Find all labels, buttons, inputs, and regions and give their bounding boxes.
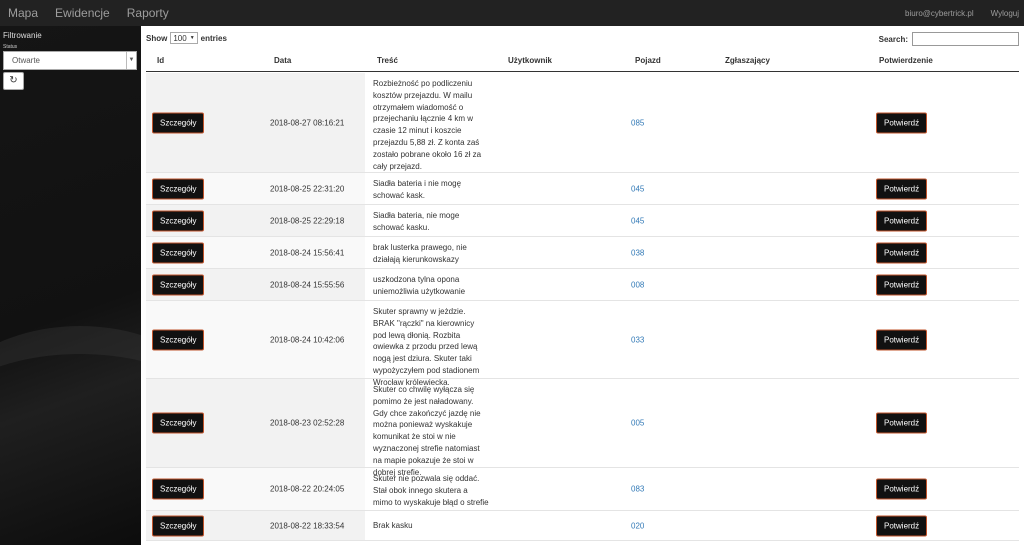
top-navbar: Mapa Ewidencje Raporty biuro@cybertrick.… xyxy=(0,0,1024,26)
refresh-button[interactable]: ↻ xyxy=(3,72,24,90)
row-date: 2018-08-23 02:52:28 xyxy=(270,418,345,428)
details-button[interactable]: Szczegóły xyxy=(152,412,205,434)
table-search: Search: xyxy=(879,32,1019,46)
table-row: Szczegóły 2018-08-25 22:31:20 Siadła bat… xyxy=(146,173,1019,205)
table-header: Id Data Treść Użytkownik Pojazd Zgłaszaj… xyxy=(146,51,1019,72)
filter-title: Filtrowanie xyxy=(3,31,42,40)
entries-label: entries xyxy=(200,33,227,43)
confirm-button[interactable]: Potwierdź xyxy=(876,274,928,295)
vehicle-link[interactable]: 038 xyxy=(631,248,644,257)
details-button[interactable]: Szczegóły xyxy=(152,274,205,295)
row-text: uszkodzona tylna opona uniemożliwia użyt… xyxy=(373,275,466,296)
details-button[interactable]: Szczegóły xyxy=(152,242,205,263)
vehicle-link[interactable]: 005 xyxy=(631,419,644,428)
vehicle-link[interactable]: 045 xyxy=(631,184,644,193)
vehicle-link[interactable]: 033 xyxy=(631,335,644,344)
details-button[interactable]: Szczegóły xyxy=(152,210,205,231)
row-text: Skuter nie pozwala się oddać. Stał obok … xyxy=(373,474,489,507)
column-header-tresc[interactable]: Treść xyxy=(377,56,398,65)
chevron-down-icon: ▼ xyxy=(189,35,195,41)
status-select[interactable]: Otwarte ▼ xyxy=(3,51,137,70)
table-row: Szczegóły 2018-08-24 15:56:41 brak luste… xyxy=(146,237,1019,269)
row-date: 2018-08-22 20:24:05 xyxy=(270,484,345,494)
column-header-zglaszajacy[interactable]: Zgłaszający xyxy=(725,56,770,65)
nav-ewidencje[interactable]: Ewidencje xyxy=(55,6,110,20)
row-text: Siadła bateria, nie moge schować kasku. xyxy=(373,211,460,232)
details-button[interactable]: Szczegóły xyxy=(152,478,205,500)
confirm-button[interactable]: Potwierdź xyxy=(876,210,928,231)
row-date: 2018-08-24 15:56:41 xyxy=(270,248,345,257)
search-label: Search: xyxy=(878,34,908,44)
column-header-potwierdzenie[interactable]: Potwierdzenie xyxy=(879,56,933,65)
status-select-value: Otwarte xyxy=(12,56,41,65)
vehicle-link[interactable]: 020 xyxy=(631,521,644,530)
vehicle-link[interactable]: 045 xyxy=(631,216,644,225)
column-header-id[interactable]: Id xyxy=(157,56,164,65)
row-text: Siadła bateria i nie mogę schować kask. xyxy=(373,179,462,200)
confirm-button[interactable]: Potwierdź xyxy=(876,329,928,350)
show-label: Show xyxy=(146,33,168,43)
user-email[interactable]: biuro@cybertrick.pl xyxy=(905,9,974,18)
main-content: Show 100 ▼ entries Search: Id Data Treść… xyxy=(141,26,1024,545)
page-length-control: Show 100 ▼ entries xyxy=(146,32,227,44)
confirm-button[interactable]: Potwierdź xyxy=(876,478,928,500)
refresh-icon: ↻ xyxy=(9,75,18,86)
table-row: Szczegóły 2018-08-27 08:16:21 Rozbieżnoś… xyxy=(146,73,1019,173)
row-date: 2018-08-25 22:29:18 xyxy=(270,216,345,225)
confirm-button[interactable]: Potwierdź xyxy=(876,112,928,133)
table-row: Szczegóły 2018-08-22 18:33:54 Brak kasku… xyxy=(146,511,1019,541)
table-row: Szczegóły 2018-08-23 02:52:28 Skuter co … xyxy=(146,379,1019,477)
chevron-down-icon: ▼ xyxy=(126,52,136,69)
confirm-button[interactable]: Potwierdź xyxy=(876,412,928,434)
row-date: 2018-08-24 10:42:06 xyxy=(270,335,345,344)
sidebar-decoration xyxy=(0,326,141,545)
row-text: Rozbieżność po podliczeniu kosztów przej… xyxy=(373,79,482,171)
column-header-uzytkownik[interactable]: Użytkownik xyxy=(508,56,552,65)
column-header-data[interactable]: Data xyxy=(274,56,291,65)
page-length-select[interactable]: 100 ▼ xyxy=(170,32,198,44)
page-length-value: 100 xyxy=(173,33,187,43)
details-button[interactable]: Szczegóły xyxy=(152,329,205,350)
column-header-pojazd[interactable]: Pojazd xyxy=(635,56,661,65)
details-button[interactable]: Szczegóły xyxy=(152,178,205,199)
table-row: Szczegóły 2018-08-24 15:55:56 uszkodzona… xyxy=(146,269,1019,301)
vehicle-link[interactable]: 085 xyxy=(631,118,644,127)
table-row: Szczegóły 2018-08-25 22:29:18 Siadła bat… xyxy=(146,205,1019,237)
row-text: brak lusterka prawego, nie działają kier… xyxy=(373,243,467,264)
table-row: Szczegóły 2018-08-22 20:24:05 Skuter nie… xyxy=(146,468,1019,511)
row-date: 2018-08-27 08:16:21 xyxy=(270,118,345,127)
nav-mapa[interactable]: Mapa xyxy=(8,6,38,20)
details-button[interactable]: Szczegóły xyxy=(152,112,205,133)
row-date: 2018-08-24 15:55:56 xyxy=(270,280,345,289)
row-date: 2018-08-25 22:31:20 xyxy=(270,184,345,193)
row-text: Brak kasku xyxy=(373,520,413,530)
sidebar: Filtrowanie Status Otwarte ▼ ↻ xyxy=(0,26,141,545)
status-label: Status xyxy=(3,44,18,50)
confirm-button[interactable]: Potwierdź xyxy=(876,515,928,536)
table-row: Szczegóły 2018-08-24 10:42:06 Skuter spr… xyxy=(146,301,1019,387)
details-button[interactable]: Szczegóły xyxy=(152,515,205,536)
confirm-button[interactable]: Potwierdź xyxy=(876,178,928,199)
confirm-button[interactable]: Potwierdź xyxy=(876,242,928,263)
row-text: Skuter co chwilę wyłącza się pomimo że j… xyxy=(373,385,481,477)
row-text: Skuter sprawny w jeżdzie. BRAK "rączki" … xyxy=(373,307,480,387)
vehicle-link[interactable]: 083 xyxy=(631,485,644,494)
table-body: Szczegóły 2018-08-27 08:16:21 Rozbieżnoś… xyxy=(146,73,1019,541)
row-date: 2018-08-22 18:33:54 xyxy=(270,521,345,530)
vehicle-link[interactable]: 008 xyxy=(631,280,644,289)
nav-raporty[interactable]: Raporty xyxy=(127,6,169,20)
search-input[interactable] xyxy=(912,32,1019,46)
logout-link[interactable]: Wyloguj xyxy=(991,9,1019,18)
